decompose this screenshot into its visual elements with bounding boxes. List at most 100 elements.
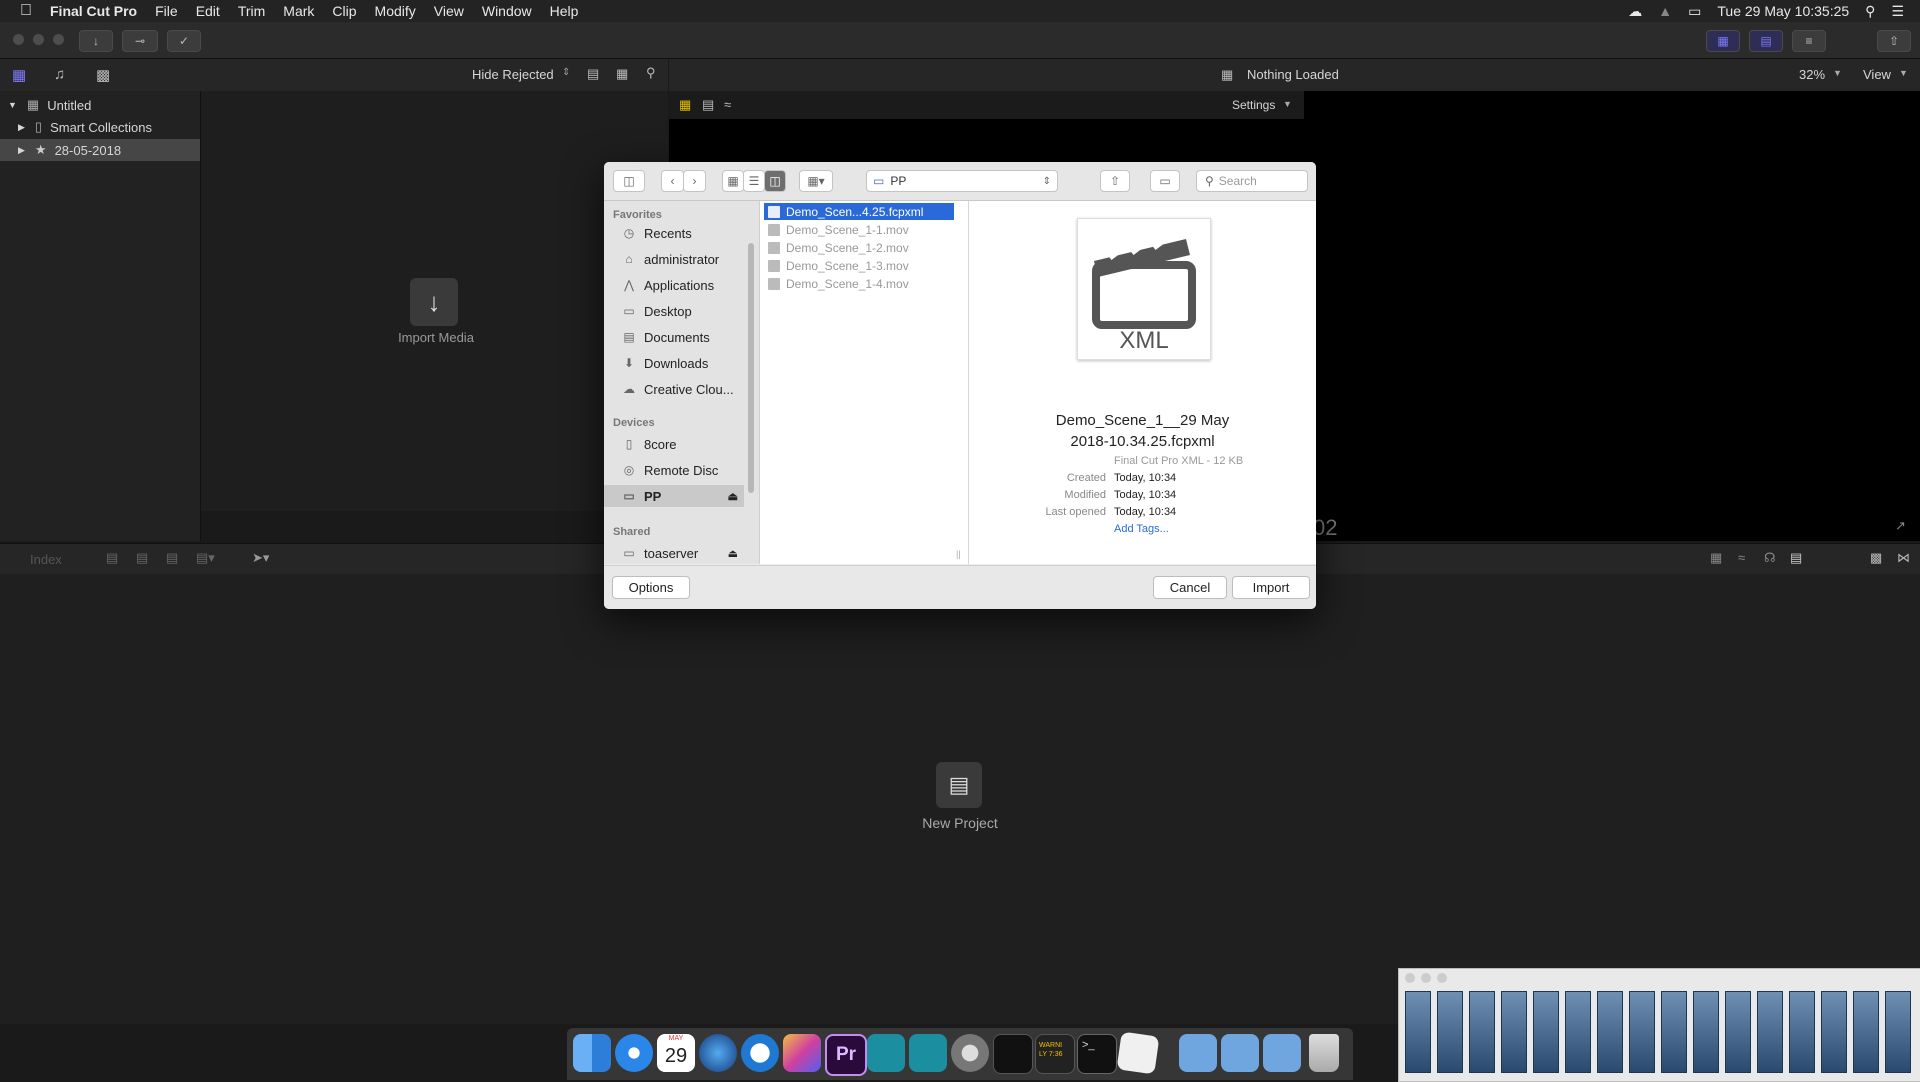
- menu-modify[interactable]: Modify: [366, 3, 425, 19]
- sidebar-item-downloads[interactable]: ⬇ Downloads: [604, 352, 744, 374]
- close-window-button[interactable]: [13, 34, 24, 45]
- browser-icon[interactable]: [699, 1034, 737, 1072]
- filmstrip-icon[interactable]: ▦: [616, 66, 628, 82]
- downloads-folder-icon[interactable]: [1263, 1034, 1301, 1072]
- file-row[interactable]: Demo_Scene_1-2.mov: [764, 239, 954, 256]
- column-view-button[interactable]: ◫: [764, 170, 786, 192]
- import-media-button[interactable]: ↓: [410, 278, 458, 326]
- eject-icon[interactable]: ⏏: [728, 490, 738, 503]
- group-by-button[interactable]: ▦▾: [799, 170, 833, 192]
- close-window-button[interactable]: [1405, 973, 1415, 983]
- menu-trim[interactable]: Trim: [229, 3, 274, 19]
- keywords-button[interactable]: ⊸: [122, 30, 158, 52]
- disclosure-open-icon[interactable]: ▼: [8, 100, 17, 110]
- notification-center-icon[interactable]: ☰: [1891, 3, 1904, 20]
- smart-collections-item[interactable]: ▶ ▯ Smart Collections: [0, 116, 200, 138]
- layout-browser-toggle[interactable]: ▦: [1706, 30, 1740, 52]
- applications-folder-icon[interactable]: [1179, 1034, 1217, 1072]
- app-menu[interactable]: Final Cut Pro: [41, 3, 146, 19]
- sidebar-item-desktop[interactable]: ▭ Desktop: [604, 300, 744, 322]
- add-tags-link[interactable]: Add Tags...: [1114, 523, 1169, 535]
- audio-skimming-icon[interactable]: ≈: [1738, 550, 1745, 565]
- finder-icon[interactable]: [573, 1034, 611, 1072]
- video-icon[interactable]: ▤: [702, 97, 714, 113]
- sidebar-toggle-button[interactable]: ◫: [613, 170, 645, 192]
- activity-monitor-icon[interactable]: [993, 1034, 1033, 1074]
- connect-clip-icon[interactable]: ▤: [106, 550, 118, 566]
- zoom-window-button[interactable]: [53, 34, 64, 45]
- file-row[interactable]: Demo_Scene_1-3.mov: [764, 257, 954, 274]
- file-row[interactable]: Demo_Scen...4.25.fcpxml: [764, 203, 954, 220]
- share-button[interactable]: ⇧: [1100, 170, 1130, 192]
- index-button[interactable]: Index: [30, 552, 62, 567]
- menu-window[interactable]: Window: [473, 3, 541, 19]
- menu-clip[interactable]: Clip: [323, 3, 365, 19]
- menu-file[interactable]: File: [146, 3, 187, 19]
- app-teal-icon[interactable]: [867, 1034, 905, 1072]
- insert-clip-icon[interactable]: ▤: [136, 550, 148, 566]
- quicktime-icon[interactable]: [741, 1034, 779, 1072]
- view-menu[interactable]: View: [1863, 67, 1891, 82]
- terminal-icon[interactable]: >_: [1077, 1034, 1117, 1074]
- sidebar-item-recents[interactable]: ◷ Recents: [604, 222, 744, 244]
- wifi-icon[interactable]: ▲: [1658, 3, 1672, 19]
- sidebar-item-pp[interactable]: ▭ PP ⏏: [604, 485, 744, 507]
- photos-audio-icon[interactable]: ♫: [54, 66, 65, 83]
- safari-icon[interactable]: [615, 1034, 653, 1072]
- location-popup[interactable]: ▭ PP ⇕: [866, 170, 1058, 192]
- share-button[interactable]: ⇧: [1877, 30, 1911, 52]
- disclosure-closed-icon[interactable]: ▶: [18, 145, 25, 156]
- sidebar-item-8core[interactable]: ▯ 8core: [604, 433, 744, 455]
- creative-cloud-menu-icon[interactable]: ☁: [1628, 3, 1642, 20]
- file-row[interactable]: Demo_Scene_1-4.mov: [764, 275, 954, 292]
- clip-appearance-icon[interactable]: ▤: [587, 66, 599, 82]
- menu-mark[interactable]: Mark: [274, 3, 323, 19]
- hide-rejected-filter[interactable]: Hide Rejected: [472, 67, 554, 82]
- search-icon[interactable]: ⚲: [646, 65, 656, 81]
- layout-timeline-toggle[interactable]: ▤: [1749, 30, 1783, 52]
- options-button[interactable]: Options: [612, 576, 690, 599]
- apple-menu-icon[interactable]: : [0, 2, 41, 20]
- transitions-icon[interactable]: ⋈: [1897, 550, 1910, 566]
- tags-button[interactable]: ▭: [1150, 170, 1180, 192]
- list-view-button[interactable]: ☰: [743, 170, 765, 192]
- minimize-window-button[interactable]: [33, 34, 44, 45]
- event-item[interactable]: ▶ ★ 28-05-2018: [0, 139, 200, 161]
- forward-button[interactable]: ›: [683, 170, 706, 192]
- sidebar-item-applications[interactable]: ⋀ Applications: [604, 274, 744, 296]
- overwrite-clip-icon[interactable]: ▤▾: [196, 550, 215, 566]
- select-tool-icon[interactable]: ➤▾: [252, 550, 269, 566]
- menu-help[interactable]: Help: [541, 3, 588, 19]
- column-resize-handle[interactable]: ||: [956, 549, 961, 559]
- sidebar-scrollbar[interactable]: [748, 243, 754, 493]
- sidebar-item-remote-disc[interactable]: ◎ Remote Disc: [604, 459, 744, 481]
- import-button[interactable]: ↓: [79, 30, 113, 52]
- console-icon[interactable]: WARNI LY 7:36: [1035, 1034, 1075, 1074]
- image-icon[interactable]: ▦: [679, 97, 691, 113]
- background-tasks-button[interactable]: ✓: [167, 30, 201, 52]
- new-project-button[interactable]: ▤: [936, 762, 982, 808]
- airplay-icon[interactable]: ▭: [1688, 3, 1701, 20]
- append-clip-icon[interactable]: ▤: [166, 550, 178, 566]
- zoom-window-button[interactable]: [1437, 973, 1447, 983]
- titles-generators-icon[interactable]: ▩: [96, 66, 110, 84]
- sidebar-item-administrator[interactable]: ⌂ administrator: [604, 248, 744, 270]
- settings-menu[interactable]: Settings: [1232, 98, 1275, 112]
- sidebar-item-toaserver[interactable]: ▭ toaserver ⏏: [604, 542, 744, 564]
- audio-wave-icon[interactable]: ≈: [724, 97, 731, 112]
- library-untitled[interactable]: ▼ ▦ Untitled: [0, 94, 200, 116]
- app-circle-icon[interactable]: [909, 1034, 947, 1072]
- file-row[interactable]: Demo_Scene_1-1.mov: [764, 221, 954, 238]
- menu-clock[interactable]: Tue 29 May 10:35:25: [1717, 3, 1849, 19]
- libraries-icon[interactable]: ▦: [12, 66, 26, 84]
- cancel-button[interactable]: Cancel: [1153, 576, 1227, 599]
- fullscreen-icon[interactable]: ↗: [1895, 518, 1906, 534]
- back-button[interactable]: ‹: [661, 170, 684, 192]
- zoom-menu[interactable]: 32%: [1799, 67, 1825, 82]
- solo-headphones-icon[interactable]: ☊: [1764, 550, 1776, 566]
- calendar-icon[interactable]: MAY 29: [657, 1034, 695, 1072]
- eject-icon[interactable]: ⏏: [728, 547, 738, 560]
- final-cut-pro-icon[interactable]: [783, 1034, 821, 1072]
- system-preferences-icon[interactable]: [951, 1034, 989, 1072]
- sidebar-item-documents[interactable]: ▤ Documents: [604, 326, 744, 348]
